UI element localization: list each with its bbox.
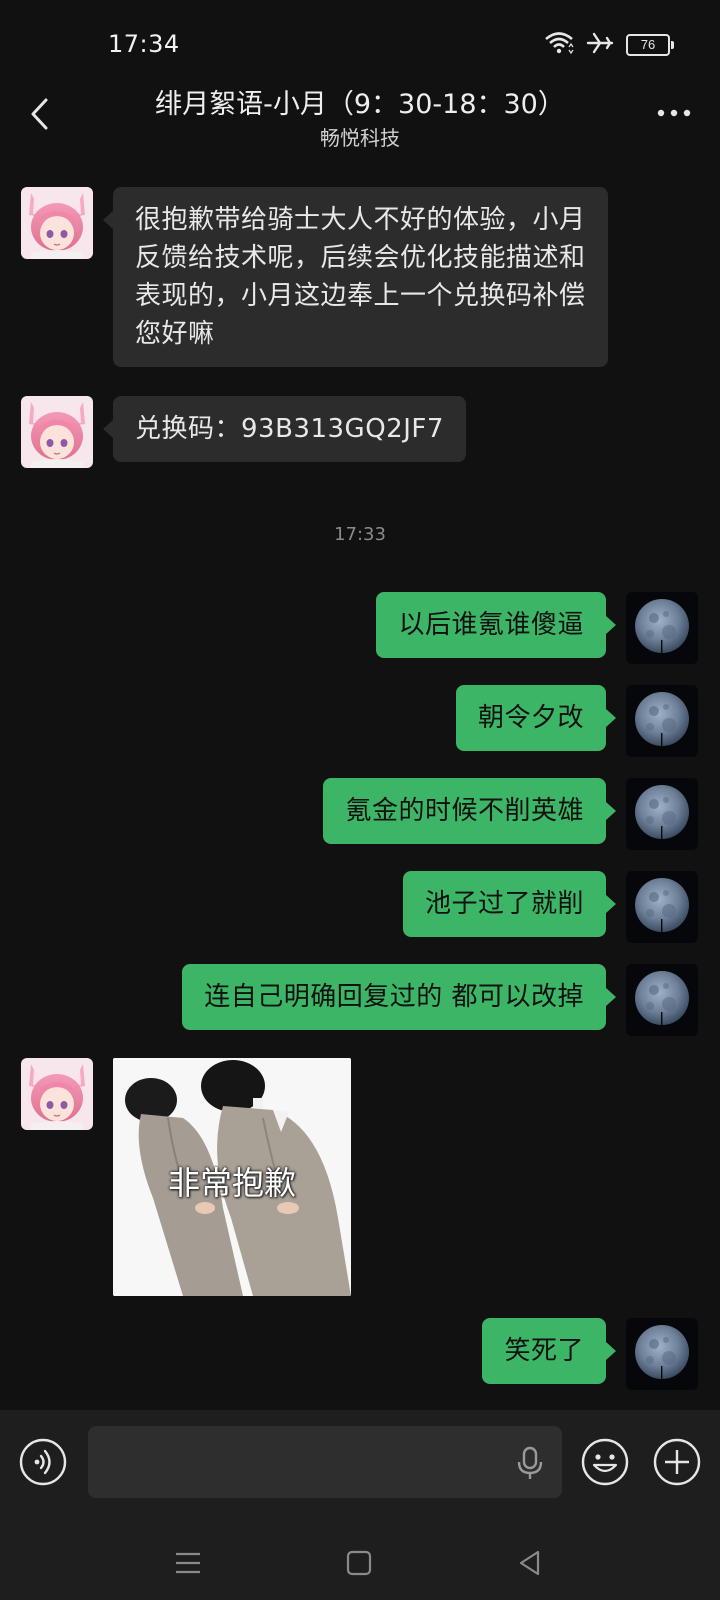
message-bubble-outgoing[interactable]: 以后谁氪谁傻逼 [376, 592, 616, 658]
home-icon [346, 1550, 372, 1576]
menu-icon [176, 1552, 200, 1574]
more-actions-button[interactable] [652, 1437, 702, 1487]
message-list[interactable]: 很抱歉带给骑士大人不好的体验，小月反馈给技术呢，后续会优化技能描述和表现的，小月… [0, 0, 720, 1410]
menu-nav-button[interactable] [172, 1547, 204, 1579]
avatar[interactable] [21, 187, 93, 259]
message-bubble-outgoing[interactable]: 池子过了就削 [402, 871, 617, 937]
back-nav-icon [519, 1550, 540, 1576]
avatar[interactable] [626, 592, 698, 664]
message-bubble-outgoing[interactable]: 氪金的时候不削英雄 [323, 778, 616, 844]
plus-icon [653, 1438, 701, 1486]
system-nav-bar [0, 1525, 720, 1600]
emoji-icon [581, 1438, 629, 1486]
message-input[interactable] [88, 1426, 562, 1498]
avatar[interactable] [626, 871, 698, 943]
avatar[interactable] [626, 685, 698, 757]
voice-icon [19, 1438, 67, 1486]
emoji-button[interactable] [580, 1437, 630, 1487]
avatar[interactable] [21, 396, 93, 468]
message-bubble-outgoing[interactable]: 笑死了 [482, 1318, 616, 1384]
avatar[interactable] [626, 778, 698, 850]
avatar[interactable] [626, 1318, 698, 1390]
voice-button[interactable] [19, 1438, 67, 1486]
back-nav-button[interactable] [514, 1547, 546, 1579]
message-timestamp: 17:33 [334, 524, 386, 545]
avatar[interactable] [626, 964, 698, 1036]
message-bubble-incoming[interactable]: 很抱歉带给骑士大人不好的体验，小月反馈给技术呢，后续会优化技能描述和表现的，小月… [103, 187, 608, 367]
sticker-image[interactable]: 非常抱歉 [113, 1058, 351, 1296]
input-bar [0, 1410, 720, 1525]
avatar[interactable] [21, 1058, 93, 1130]
message-bubble-outgoing[interactable]: 朝令夕改 [455, 685, 617, 751]
home-nav-button[interactable] [343, 1547, 375, 1579]
message-bubble-incoming[interactable]: 兑换码：93B313GQ2JF7 [103, 396, 466, 462]
sticker-caption: 非常抱歉 [167, 1164, 296, 1202]
mic-icon[interactable] [515, 1446, 545, 1480]
message-bubble-outgoing[interactable]: 连自己明确回复过的 都可以改掉 [182, 964, 616, 1030]
